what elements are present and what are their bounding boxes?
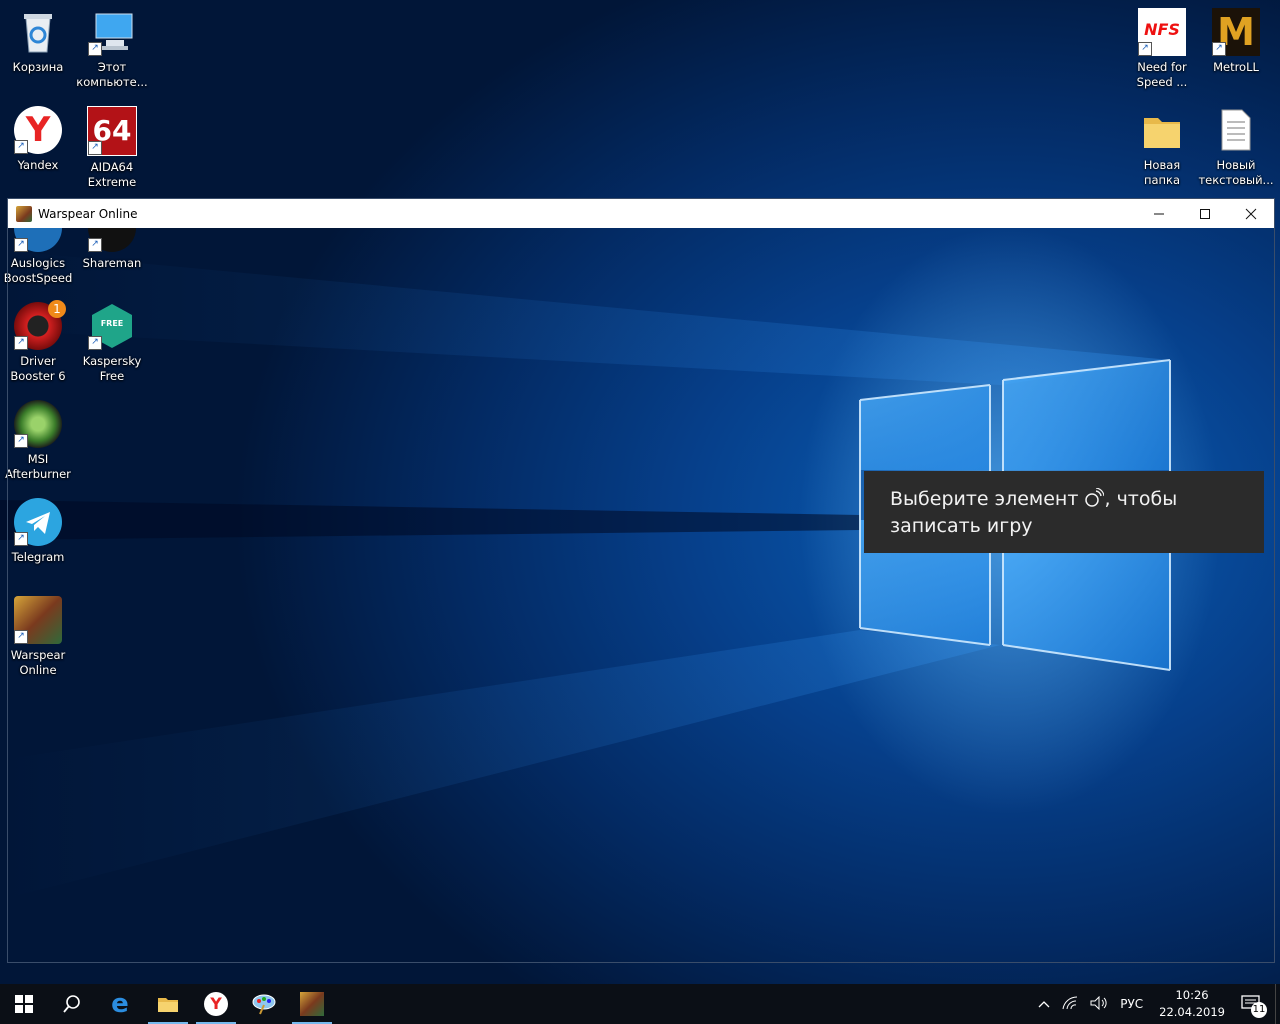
notification-count-badge: 11: [1251, 1001, 1267, 1018]
taskbar-explorer[interactable]: [144, 984, 192, 1024]
shortcut-arrow-icon: ↗: [88, 141, 102, 155]
close-icon: [1245, 208, 1257, 219]
minimize-icon: [1154, 213, 1164, 214]
metroll-icon: M ↗: [1212, 8, 1260, 56]
close-button[interactable]: [1228, 199, 1274, 228]
volume-button[interactable]: [1090, 995, 1108, 1013]
game-bar-tooltip: Выберите элемент , чтобы записать игру: [864, 471, 1264, 553]
file-explorer-icon: [158, 998, 178, 1012]
window-titlebar[interactable]: Warspear Online: [8, 199, 1274, 228]
desktop-icon-new-text-doc[interactable]: Новый текстовый...: [1198, 106, 1274, 188]
computer-icon: ↗: [88, 8, 136, 56]
shortcut-arrow-icon: ↗: [88, 42, 102, 56]
yandex-browser-icon: Y: [204, 992, 228, 1016]
start-button[interactable]: [0, 984, 48, 1024]
yandex-icon: Y ↗: [14, 106, 62, 154]
maximize-button[interactable]: [1182, 199, 1228, 228]
taskbar-edge[interactable]: e: [96, 984, 144, 1024]
taskbar-paint[interactable]: [240, 984, 288, 1024]
taskbar-warspear[interactable]: [288, 984, 336, 1024]
need-for-speed-icon: NFS ↗: [1138, 8, 1186, 56]
network-button[interactable]: [1062, 995, 1078, 1013]
wifi-icon: [1062, 995, 1078, 1009]
desktop-icon-aida64[interactable]: 64 ↗ AIDA64 Extreme: [74, 106, 150, 190]
warspear-taskbar-icon: [300, 992, 324, 1016]
desktop-icon-new-folder[interactable]: Новая папка: [1124, 106, 1200, 188]
edge-icon: e: [111, 989, 129, 1019]
show-hidden-icons-button[interactable]: [1038, 997, 1050, 1011]
maximize-icon: [1200, 208, 1210, 219]
desktop-icon-this-pc[interactable]: ↗ Этот компьюте...: [74, 8, 150, 90]
warspear-window[interactable]: Warspear Online: [7, 198, 1275, 963]
action-center-button[interactable]: 11: [1241, 994, 1267, 1018]
desktop-icon-need-for-speed[interactable]: NFS ↗ Need for Speed ...: [1124, 8, 1200, 90]
clock-date: 22.04.2019: [1159, 1005, 1225, 1019]
clock[interactable]: 10:26 22.04.2019: [1159, 987, 1225, 1021]
minimize-button[interactable]: [1136, 199, 1182, 228]
desktop-icon-recycle-bin[interactable]: Корзина: [0, 8, 76, 75]
warspear-app-icon: [16, 205, 32, 222]
clock-time: 10:26: [1175, 988, 1209, 1002]
taskbar: e Y РУС 10:26 22.04.2019 11: [0, 984, 1280, 1024]
folder-icon: [1138, 106, 1186, 154]
desktop-icon-yandex[interactable]: Y ↗ Yandex: [0, 106, 76, 173]
shortcut-arrow-icon: ↗: [1138, 42, 1152, 56]
search-icon: [63, 995, 80, 1013]
windows-logo-icon: [15, 995, 33, 1013]
language-indicator[interactable]: РУС: [1120, 997, 1143, 1011]
chevron-up-icon: [1038, 1001, 1050, 1008]
system-tray: РУС 10:26 22.04.2019 11: [1032, 984, 1280, 1024]
shortcut-arrow-icon: ↗: [14, 140, 28, 154]
show-desktop-button[interactable]: [1275, 984, 1280, 1024]
search-button[interactable]: [48, 984, 96, 1024]
desktop-icon-metroll[interactable]: M ↗ MetroLL: [1198, 8, 1274, 75]
window-title: Warspear Online: [38, 206, 138, 221]
taskbar-yandex[interactable]: Y: [192, 984, 240, 1024]
game-record-icon: [1085, 487, 1106, 507]
recycle-bin-icon: [14, 8, 62, 56]
text-document-icon: [1212, 106, 1260, 154]
speaker-icon: [1090, 995, 1107, 1010]
shortcut-arrow-icon: ↗: [1212, 42, 1226, 56]
aida64-icon: 64 ↗: [87, 106, 137, 156]
paint-icon: [252, 994, 276, 1015]
